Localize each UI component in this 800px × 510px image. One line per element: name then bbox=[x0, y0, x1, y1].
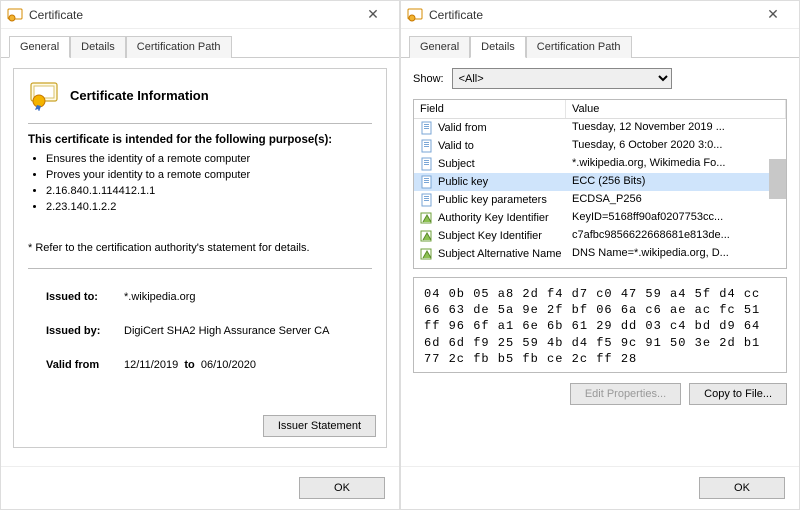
divider bbox=[28, 123, 372, 124]
list-item[interactable]: Public key ECC (256 Bits) bbox=[414, 173, 786, 191]
col-value[interactable]: Value bbox=[566, 100, 786, 118]
dialog-buttons: OK bbox=[401, 466, 799, 509]
dialog-buttons: OK bbox=[1, 466, 399, 509]
valid-from-row: Valid from 12/11/2019 to 06/10/2020 bbox=[46, 359, 372, 371]
valid-to-value: 06/10/2020 bbox=[201, 359, 256, 371]
tab-body-details: Show: <All> Field Value Valid from Tuesda… bbox=[401, 58, 799, 466]
certificate-dialog-details: Certificate ✕ General Details Certificat… bbox=[400, 0, 800, 510]
issued-by-value: DigiCert SHA2 High Assurance Server CA bbox=[124, 325, 329, 337]
issued-to-row: Issued to: *.wikipedia.org bbox=[46, 291, 372, 303]
valid-from-value: 12/11/2019 bbox=[124, 359, 178, 371]
tab-general[interactable]: General bbox=[409, 36, 470, 58]
extension-icon bbox=[420, 247, 434, 261]
footnote: * Refer to the certification authority's… bbox=[28, 242, 372, 254]
copy-to-file-button[interactable]: Copy to File... bbox=[689, 383, 787, 405]
hex-dump[interactable]: 04 0b 05 a8 2d f4 d7 c0 47 59 a4 5f d4 c… bbox=[413, 277, 787, 373]
tab-general[interactable]: General bbox=[9, 36, 70, 58]
list-item[interactable]: Subject *.wikipedia.org, Wikimedia Fo... bbox=[414, 155, 786, 173]
certificate-icon bbox=[7, 7, 23, 23]
certificate-badge-icon bbox=[28, 79, 60, 111]
issued-to-value: *.wikipedia.org bbox=[124, 291, 196, 303]
purpose-item: Proves your identity to a remote compute… bbox=[46, 168, 372, 184]
list-item[interactable]: Valid to Tuesday, 6 October 2020 3:0... bbox=[414, 137, 786, 155]
show-row: Show: <All> bbox=[413, 68, 787, 89]
valid-to-word: to bbox=[184, 359, 194, 371]
field-listview[interactable]: Field Value Valid from Tuesday, 12 Novemb… bbox=[413, 99, 787, 269]
window-title: Certificate bbox=[429, 8, 753, 22]
info-header: Certificate Information bbox=[28, 79, 372, 111]
tab-certification-path[interactable]: Certification Path bbox=[526, 36, 632, 58]
purpose-item: 2.16.840.1.114412.1.1 bbox=[46, 184, 372, 200]
close-icon[interactable]: ✕ bbox=[753, 1, 793, 28]
field-value: ECDSA_P256 bbox=[566, 192, 786, 208]
purpose-list: Ensures the identity of a remote compute… bbox=[46, 152, 372, 216]
issuer-statement-wrap: Issuer Statement bbox=[263, 415, 376, 437]
field-name: Valid from bbox=[438, 122, 487, 134]
tab-details[interactable]: Details bbox=[470, 36, 526, 58]
field-value: c7afbc9856622668681e813de... bbox=[566, 228, 786, 244]
info-heading: Certificate Information bbox=[70, 88, 209, 103]
field-name: Public key bbox=[438, 176, 488, 188]
issuer-statement-button[interactable]: Issuer Statement bbox=[263, 415, 376, 437]
extension-icon bbox=[420, 211, 434, 225]
document-icon bbox=[420, 175, 434, 189]
edit-properties-button: Edit Properties... bbox=[570, 383, 681, 405]
divider bbox=[28, 268, 372, 269]
tab-details[interactable]: Details bbox=[70, 36, 126, 58]
tab-body-general: Certificate Information This certificate… bbox=[1, 58, 399, 466]
tab-bar: General Details Certification Path bbox=[1, 29, 399, 58]
show-label: Show: bbox=[413, 73, 444, 85]
certificate-dialog-general: Certificate ✕ General Details Certificat… bbox=[0, 0, 400, 510]
list-item[interactable]: Authority Key Identifier KeyID=5168ff90af… bbox=[414, 209, 786, 227]
titlebar: Certificate ✕ bbox=[401, 1, 799, 29]
ok-button[interactable]: OK bbox=[299, 477, 385, 499]
valid-dates: 12/11/2019 to 06/10/2020 bbox=[124, 359, 256, 371]
extension-icon bbox=[420, 229, 434, 243]
issued-to-label: Issued to: bbox=[46, 291, 124, 303]
valid-from-label: Valid from bbox=[46, 359, 124, 371]
certificate-icon bbox=[407, 7, 423, 23]
tab-certification-path[interactable]: Certification Path bbox=[126, 36, 232, 58]
certificate-info-box: Certificate Information This certificate… bbox=[13, 68, 387, 448]
field-name: Public key parameters bbox=[438, 194, 547, 206]
document-icon bbox=[420, 139, 434, 153]
purpose-item: 2.23.140.1.2.2 bbox=[46, 200, 372, 216]
field-value: ECC (256 Bits) bbox=[566, 174, 786, 190]
field-value: Tuesday, 6 October 2020 3:0... bbox=[566, 138, 786, 154]
document-icon bbox=[420, 121, 434, 135]
window-title: Certificate bbox=[29, 8, 353, 22]
list-item[interactable]: Valid from Tuesday, 12 November 2019 ... bbox=[414, 119, 786, 137]
tab-bar: General Details Certification Path bbox=[401, 29, 799, 58]
listview-body[interactable]: Valid fromTuesday, 12 November 2019 ...V… bbox=[414, 119, 786, 268]
field-value: *.wikipedia.org, Wikimedia Fo... bbox=[566, 156, 786, 172]
close-icon[interactable]: ✕ bbox=[353, 1, 393, 28]
field-value: DNS Name=*.wikipedia.org, D... bbox=[566, 246, 786, 262]
titlebar: Certificate ✕ bbox=[1, 1, 399, 29]
list-item[interactable]: Subject Key Identifier c7afbc985662266868… bbox=[414, 227, 786, 245]
document-icon bbox=[420, 157, 434, 171]
col-field[interactable]: Field bbox=[414, 100, 566, 118]
purpose-title: This certificate is intended for the fol… bbox=[28, 134, 372, 146]
document-icon bbox=[420, 193, 434, 207]
issued-by-row: Issued by: DigiCert SHA2 High Assurance … bbox=[46, 325, 372, 337]
field-name: Subject Alternative Name bbox=[438, 248, 562, 260]
details-buttons: Edit Properties... Copy to File... bbox=[413, 383, 787, 405]
list-item[interactable]: Subject Alternative Name DNS Name=*.wikip… bbox=[414, 245, 786, 263]
field-value: Tuesday, 12 November 2019 ... bbox=[566, 120, 786, 136]
scrollbar-thumb[interactable] bbox=[769, 159, 786, 199]
field-name: Valid to bbox=[438, 140, 474, 152]
field-value: KeyID=5168ff90af0207753cc... bbox=[566, 210, 786, 226]
field-name: Subject bbox=[438, 158, 475, 170]
issued-by-label: Issued by: bbox=[46, 325, 124, 337]
purpose-item: Ensures the identity of a remote compute… bbox=[46, 152, 372, 168]
field-name: Authority Key Identifier bbox=[438, 212, 549, 224]
field-name: Subject Key Identifier bbox=[438, 230, 542, 242]
ok-button[interactable]: OK bbox=[699, 477, 785, 499]
show-select[interactable]: <All> bbox=[452, 68, 672, 89]
listview-header: Field Value bbox=[414, 100, 786, 119]
list-item[interactable]: Public key parameters ECDSA_P256 bbox=[414, 191, 786, 209]
